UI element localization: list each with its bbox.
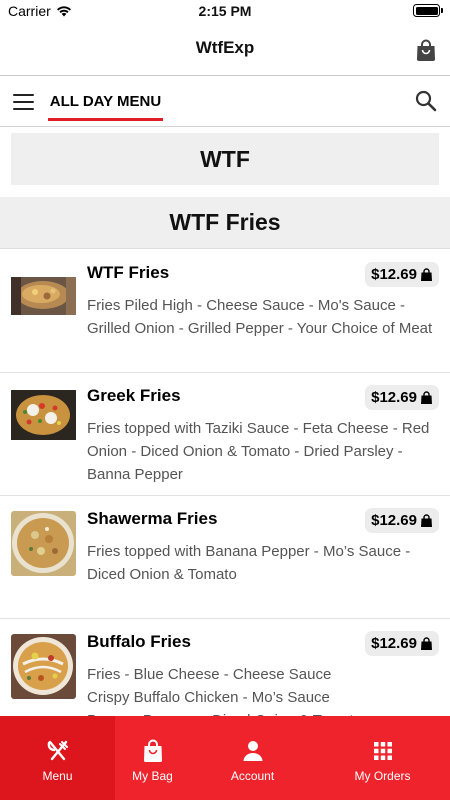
- fork-knife-icon: [47, 740, 68, 761]
- section-header: WTF: [11, 133, 439, 185]
- status-time: 2:15 PM: [198, 3, 252, 19]
- item-name: WTF Fries: [87, 263, 170, 282]
- navigation-bar: WtfExp: [0, 24, 450, 76]
- item-price: $12.69: [371, 266, 417, 283]
- menu-item-greek-fries[interactable]: Greek Fries $12.69 Fries topped with Taz…: [0, 373, 450, 496]
- app-title: WtfExp: [195, 38, 255, 57]
- shopping-bag-icon: [421, 636, 432, 650]
- shopping-bag-icon: [417, 39, 435, 61]
- search-button[interactable]: [415, 90, 437, 112]
- hamburger-menu-icon[interactable]: [13, 94, 34, 110]
- bottom-tab-label: Menu: [42, 769, 73, 783]
- tab-all-day-menu[interactable]: ALL DAY MENU: [48, 77, 163, 121]
- item-description: Fries topped with Taziki Sauce - Feta Ch…: [87, 420, 430, 483]
- bottom-tab-label: My Bag: [132, 769, 173, 783]
- item-photo: [11, 265, 76, 330]
- status-bar: Carrier 2:15 PM: [0, 0, 450, 24]
- add-to-bag-button[interactable]: $12.69: [365, 631, 439, 656]
- item-description: Fries topped with Banana Pepper - Mo’s S…: [87, 543, 411, 583]
- item-price: $12.69: [371, 389, 417, 406]
- add-to-bag-button[interactable]: $12.69: [365, 508, 439, 533]
- bottom-tab-label: My Orders: [354, 769, 411, 783]
- shopping-bag-icon: [421, 267, 432, 281]
- menu-item-shawerma-fries[interactable]: Shawerma Fries $12.69 Fries topped with …: [0, 496, 450, 619]
- menu-tab-bar: ALL DAY MENU: [0, 77, 450, 127]
- item-name: Buffalo Fries: [87, 632, 191, 651]
- menu-item-list: WTF Fries $12.69 Fries Piled High - Chee…: [0, 250, 450, 737]
- item-price: $12.69: [371, 512, 417, 529]
- bottom-tab-my-bag[interactable]: My Bag: [115, 716, 190, 800]
- item-photo: [11, 634, 76, 699]
- item-price: $12.69: [371, 635, 417, 652]
- search-icon: [415, 90, 437, 112]
- bottom-tab-account[interactable]: Account: [190, 716, 315, 800]
- add-to-bag-button[interactable]: $12.69: [365, 385, 439, 410]
- bottom-tab-label: Account: [230, 769, 275, 783]
- menu-item-wtf-fries[interactable]: WTF Fries $12.69 Fries Piled High - Chee…: [0, 250, 450, 373]
- cart-button[interactable]: [414, 38, 438, 62]
- add-to-bag-button[interactable]: $12.69: [365, 262, 439, 287]
- item-name: Shawerma Fries: [87, 509, 218, 528]
- item-photo: [11, 511, 76, 576]
- person-icon: [243, 741, 262, 761]
- shopping-bag-icon: [421, 513, 432, 527]
- battery-icon: [413, 4, 443, 17]
- shopping-bag-icon: [421, 390, 432, 404]
- shopping-bag-icon: [143, 739, 162, 762]
- item-description: Fries Piled High - Cheese Sauce - Mo's S…: [87, 297, 433, 337]
- category-header: WTF Fries: [0, 197, 450, 249]
- bottom-navigation: Menu My Bag Account My Orders: [0, 716, 450, 800]
- item-name: Greek Fries: [87, 386, 181, 405]
- bottom-tab-menu[interactable]: Menu: [0, 716, 115, 800]
- bottom-tab-my-orders[interactable]: My Orders: [315, 716, 450, 800]
- item-photo: [11, 388, 76, 453]
- grid-icon: [373, 742, 392, 760]
